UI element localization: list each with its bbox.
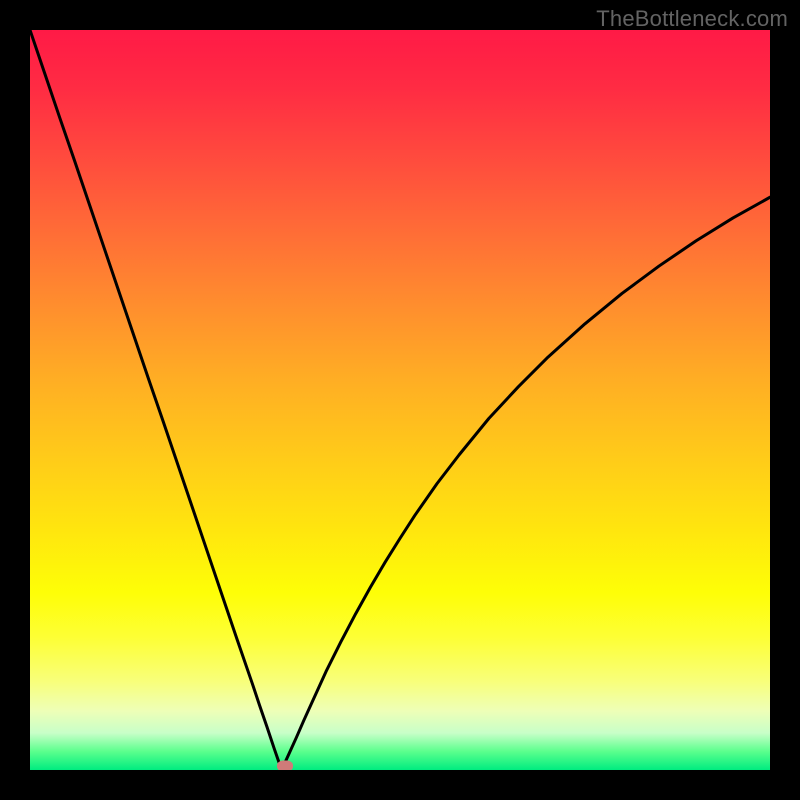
plot-area — [30, 30, 770, 770]
optimum-marker-icon — [277, 761, 293, 770]
watermark-label: TheBottleneck.com — [596, 6, 788, 32]
bottleneck-curve — [30, 30, 770, 770]
chart-frame: TheBottleneck.com — [0, 0, 800, 800]
